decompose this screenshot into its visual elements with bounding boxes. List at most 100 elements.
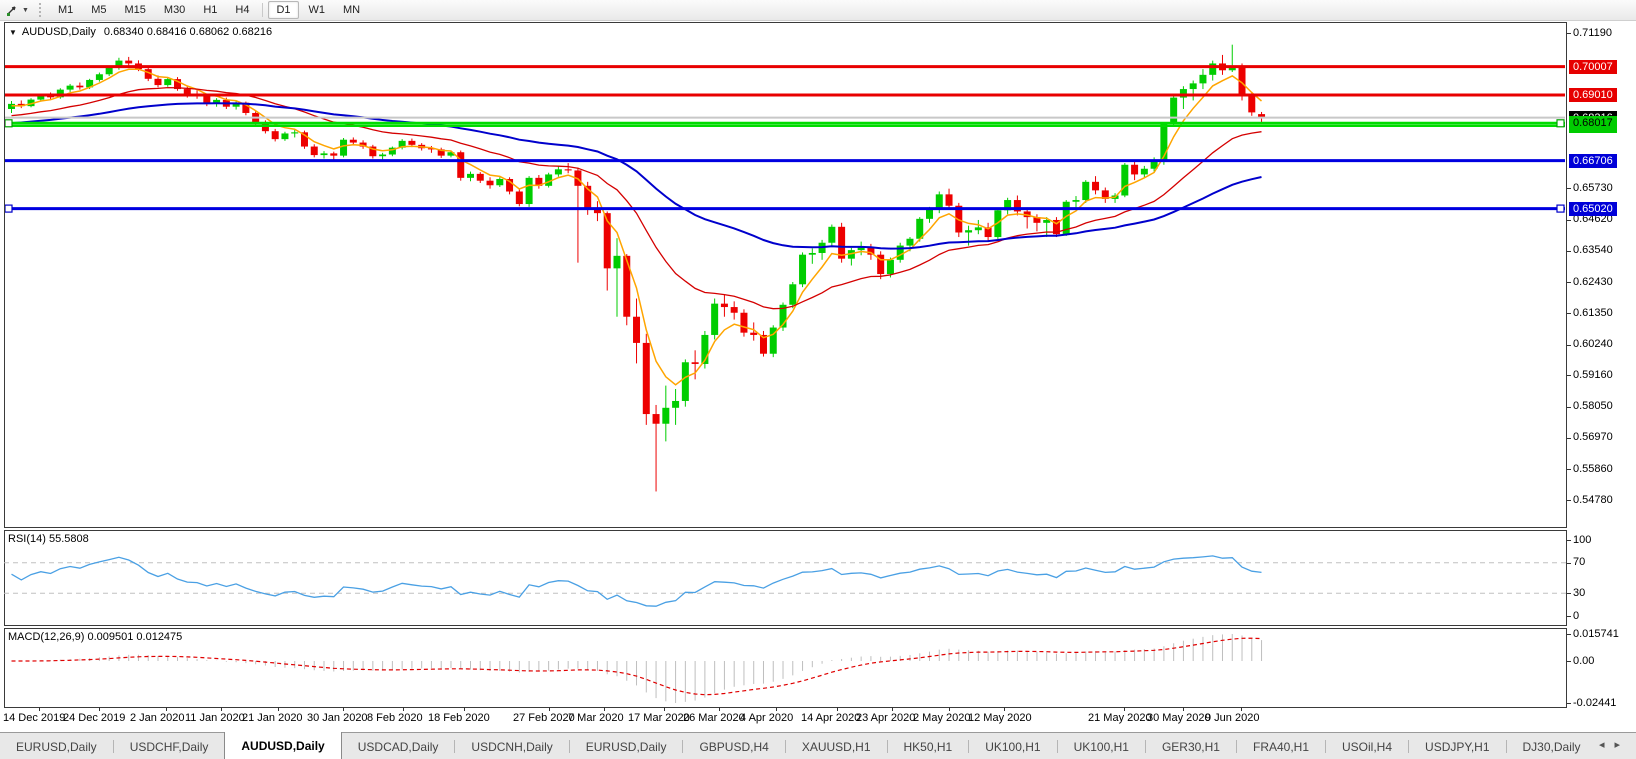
price-tick	[1567, 282, 1571, 283]
date-tick	[1183, 707, 1184, 711]
date-tick	[837, 707, 838, 711]
chart-tab-bar: EURUSD,DailyUSDCHF,DailyAUDUSD,DailyUSDC…	[0, 732, 1636, 759]
price-badge: 0.66706	[1569, 154, 1617, 168]
line-handle	[5, 205, 12, 212]
date-label: 23 Apr 2020	[856, 712, 915, 724]
date-label: 30 Jan 2020	[307, 712, 368, 724]
rsi-indicator-label: RSI(14) 55.5808	[8, 533, 89, 545]
price-tick-label: 0.62430	[1573, 276, 1613, 288]
chart-header: ▼ AUDUSD,Daily 0.68340 0.68416 0.68062 0…	[9, 26, 272, 38]
chart-tab-xauusd-h1[interactable]: XAUUSD,H1	[786, 733, 887, 759]
rsi-tick-label: 70	[1573, 556, 1585, 568]
date-tick	[664, 707, 665, 711]
price-tick-label: 0.60240	[1573, 338, 1613, 350]
one-click-trading-arrow-icon[interactable]: ▼	[9, 28, 17, 37]
chart-tab-gbpusd-h4[interactable]: GBPUSD,H4	[683, 733, 784, 759]
rsi-tick	[1567, 616, 1571, 617]
date-label: 9 Jun 2020	[1205, 712, 1259, 724]
price-tick-label: 0.65730	[1573, 182, 1613, 194]
rsi-tick-label: 100	[1573, 534, 1591, 546]
macd-tick-label: 0.00	[1573, 655, 1594, 667]
chart-tab-fra40-h1[interactable]: FRA40,H1	[1237, 733, 1325, 759]
date-tick	[166, 707, 167, 711]
chart-tab-uk100-h1[interactable]: UK100,H1	[1058, 733, 1145, 759]
date-tick	[278, 707, 279, 711]
chart-tab-hk50-h1[interactable]: HK50,H1	[888, 733, 969, 759]
date-tick	[1241, 707, 1242, 711]
date-label: 2 Jan 2020	[130, 712, 184, 724]
date-label: 4 Apr 2020	[740, 712, 793, 724]
date-label: 24 Dec 2019	[63, 712, 125, 724]
price-tick	[1567, 375, 1571, 376]
price-tick	[1567, 188, 1571, 189]
price-tick-label: 0.55860	[1573, 463, 1613, 475]
date-tick	[464, 707, 465, 711]
tab-scroll-left-icon[interactable]: ◂	[1599, 739, 1615, 751]
price-tick-label: 0.61350	[1573, 307, 1613, 319]
date-tick	[403, 707, 404, 711]
date-label: 27 Feb 2020	[513, 712, 575, 724]
macd-indicator-label: MACD(12,26,9) 0.009501 0.012475	[8, 631, 182, 643]
price-badge: 0.65020	[1569, 202, 1617, 216]
date-label: 12 May 2020	[968, 712, 1032, 724]
date-label: 11 Jan 2020	[185, 712, 245, 724]
date-tick	[949, 707, 950, 711]
macd-tick-label: 0.015741	[1573, 628, 1619, 640]
rsi-tick-label: 30	[1573, 587, 1585, 599]
date-tick	[776, 707, 777, 711]
price-tick	[1567, 500, 1571, 501]
chart-tab-dj30-daily[interactable]: DJ30,Daily	[1507, 733, 1597, 759]
price-tick-label: 0.71190	[1573, 27, 1612, 39]
chart-canvas[interactable]	[0, 0, 1636, 759]
date-label: 18 Feb 2020	[428, 712, 490, 724]
macd-tick	[1567, 661, 1571, 662]
chart-tab-usoil-h4[interactable]: USOil,H4	[1326, 733, 1408, 759]
date-label: 26 Mar 2020	[683, 712, 745, 724]
date-tick	[549, 707, 550, 711]
macd-tick-label: -0.02441	[1573, 697, 1616, 709]
line-handle	[1557, 205, 1564, 212]
line-handle	[1557, 120, 1564, 127]
macd-tick	[1567, 634, 1571, 635]
chart-tab-audusd-daily[interactable]: AUDUSD,Daily	[224, 732, 341, 759]
chart-tab-uk100-h1[interactable]: UK100,H1	[969, 733, 1056, 759]
chart-symbol-label: AUDUSD,Daily	[22, 26, 96, 38]
date-tick	[604, 707, 605, 711]
line-handle	[5, 120, 12, 127]
date-tick	[99, 707, 100, 711]
date-label: 30 May 2020	[1147, 712, 1211, 724]
price-badge: 0.69010	[1569, 88, 1617, 102]
price-tick	[1567, 438, 1571, 439]
date-tick	[1004, 707, 1005, 711]
date-tick	[1124, 707, 1125, 711]
date-label: 7 Mar 2020	[568, 712, 624, 724]
date-tick	[343, 707, 344, 711]
date-label: 21 Jan 2020	[242, 712, 303, 724]
chart-tab-usdchf-daily[interactable]: USDCHF,Daily	[114, 733, 225, 759]
price-tick-label: 0.56970	[1573, 431, 1613, 443]
chart-tab-usdcnh-daily[interactable]: USDCNH,Daily	[455, 733, 568, 759]
price-tick-label: 0.59160	[1573, 369, 1613, 381]
mt4-window: ▼ M1M5M15M30H1H4D1W1MN ▼ AUDUSD,Daily 0.…	[0, 0, 1636, 759]
price-tick-label: 0.54780	[1573, 494, 1613, 506]
tab-scroll-right-icon[interactable]: ▸	[1614, 739, 1630, 751]
date-tick	[892, 707, 893, 711]
chart-tab-ger30-h1[interactable]: GER30,H1	[1146, 733, 1236, 759]
chart-ohlc-values: 0.68340 0.68416 0.68062 0.68216	[104, 26, 272, 38]
price-badge: 0.68017	[1569, 116, 1617, 130]
macd-tick	[1567, 703, 1571, 704]
chart-tab-eurusd-daily[interactable]: EURUSD,Daily	[0, 733, 113, 759]
chart-tab-eurusd-daily[interactable]: EURUSD,Daily	[570, 733, 683, 759]
price-tick	[1567, 251, 1571, 252]
date-label: 17 Mar 2020	[628, 712, 690, 724]
date-label: 21 May 2020	[1088, 712, 1152, 724]
rsi-tick	[1567, 593, 1571, 594]
chart-tab-usdjpy-h1[interactable]: USDJPY,H1	[1409, 733, 1505, 759]
chart-tab-usdcad-daily[interactable]: USDCAD,Daily	[342, 733, 455, 759]
date-tick	[719, 707, 720, 711]
price-tick-label: 0.58050	[1573, 400, 1613, 412]
date-label: 14 Dec 2019	[3, 712, 65, 724]
price-tick	[1567, 345, 1571, 346]
date-label: 14 Apr 2020	[801, 712, 860, 724]
price-tick	[1567, 33, 1571, 34]
